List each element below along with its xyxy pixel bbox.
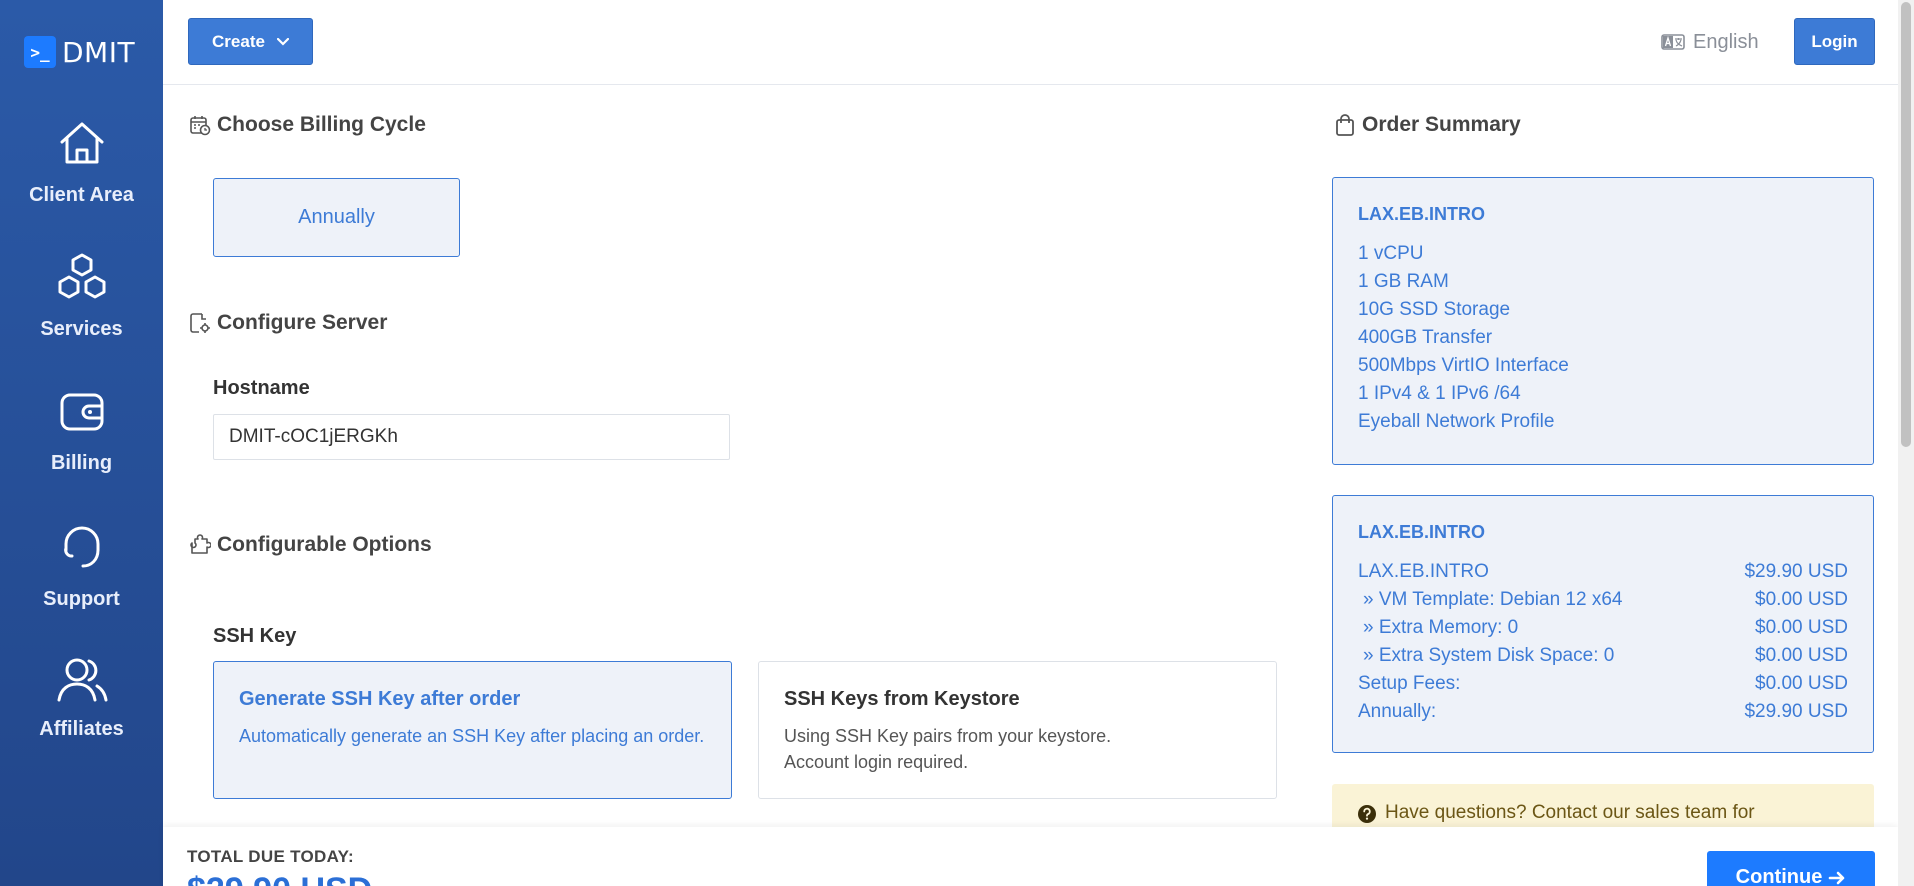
configurable-options-title: Configurable Options [217, 533, 432, 556]
price-row-label: LAX.EB.INTRO [1358, 561, 1489, 582]
server-settings-icon [190, 313, 210, 333]
price-row-label: Setup Fees: [1358, 673, 1461, 694]
price-row: LAX.EB.INTRO $29.90 USD [1358, 558, 1848, 586]
translate-icon [1661, 34, 1685, 50]
product-specs-card: LAX.EB.INTRO 1 vCPU 1 GB RAM 10G SSD Sto… [1332, 177, 1874, 465]
price-row: » Extra Memory: 0 $0.00 USD [1358, 614, 1848, 642]
puzzle-icon [190, 534, 211, 554]
price-row-label: » Extra Memory: 0 [1363, 617, 1519, 638]
sidebar-item-client-area[interactable]: Client Area [0, 120, 163, 207]
top-bar: Create English Login [163, 0, 1898, 85]
continue-button[interactable]: Continue [1707, 851, 1875, 886]
sidebar-item-label: Services [40, 318, 123, 340]
configure-server-title: Configure Server [217, 311, 388, 334]
configure-server-heading: Configure Server [189, 311, 387, 335]
order-summary-heading: Order Summary [1334, 113, 1521, 137]
pricing-product-name: LAX.EB.INTRO [1358, 522, 1486, 542]
ssh-option-description: Using SSH Key pairs from your keystore. … [784, 723, 1251, 775]
spec-line: 400GB Transfer [1358, 327, 1493, 348]
ssh-key-label: SSH Key [213, 625, 297, 647]
spec-line: 1 GB RAM [1358, 271, 1449, 292]
spec-line: 1 IPv4 & 1 IPv6 /64 [1358, 383, 1521, 404]
arrow-right-icon [1829, 871, 1845, 885]
billing-cycle-title: Choose Billing Cycle [217, 113, 426, 136]
login-button[interactable]: Login [1794, 18, 1875, 65]
ssh-option-title: Generate SSH Key after order [239, 688, 521, 710]
headset-icon [63, 526, 99, 568]
price-row-amount: $0.00 USD [1755, 673, 1848, 694]
ssh-option-description: Automatically generate an SSH Key after … [239, 726, 705, 746]
sidebar-item-services[interactable]: Services [0, 252, 163, 341]
calendar-icon [190, 116, 211, 136]
sidebar-item-label: Affiliates [39, 718, 124, 740]
checkout-bar: TOTAL DUE TODAY: $29.90 USD Continue [163, 827, 1898, 886]
price-row-label: » VM Template: Debian 12 x64 [1363, 589, 1623, 610]
spec-line: Eyeball Network Profile [1358, 411, 1555, 432]
price-row: » VM Template: Debian 12 x64 $0.00 USD [1358, 586, 1848, 614]
hostname-label: Hostname [213, 377, 310, 399]
sidebar: >_ DMIT Client Area Services Billing Sup… [0, 0, 163, 886]
price-row-label: » Extra System Disk Space: 0 [1363, 645, 1615, 666]
terminal-icon: >_ [24, 36, 56, 68]
spec-line: 10G SSD Storage [1358, 299, 1511, 320]
configurable-options-heading: Configurable Options [189, 533, 432, 557]
shopping-bag-icon [1336, 114, 1354, 136]
price-row: Setup Fees: $0.00 USD [1358, 670, 1848, 698]
sidebar-item-label: Client Area [29, 184, 134, 206]
chevron-down-icon [276, 37, 289, 46]
price-row: » Extra System Disk Space: 0 $0.00 USD [1358, 642, 1848, 670]
billing-cycle-annually[interactable]: Annually [213, 178, 460, 257]
ssh-option-keystore[interactable]: SSH Keys from Keystore Using SSH Key pai… [758, 661, 1277, 799]
sidebar-item-label: Billing [50, 452, 113, 474]
scrollbar-thumb[interactable] [1901, 2, 1911, 447]
price-row: Annually: $29.90 USD [1358, 698, 1848, 726]
cubes-icon [58, 253, 105, 299]
order-summary-title: Order Summary [1362, 113, 1521, 136]
users-icon [57, 658, 107, 702]
price-row-amount: $0.00 USD [1755, 617, 1848, 638]
price-row-amount: $0.00 USD [1755, 589, 1848, 610]
brand-logo[interactable]: >_ DMIT [24, 35, 136, 69]
page-scrollbar[interactable] [1898, 0, 1914, 886]
hostname-input[interactable] [213, 414, 730, 460]
product-name: LAX.EB.INTRO [1358, 204, 1486, 224]
total-due-amount: $29.90 USD [187, 871, 372, 886]
spec-line: 500Mbps VirtIO Interface [1358, 355, 1569, 376]
price-row-amount: $29.90 USD [1744, 561, 1848, 582]
billing-cycle-heading: Choose Billing Cycle [189, 113, 426, 137]
sidebar-item-label: Support [43, 588, 120, 610]
spec-line: 1 vCPU [1358, 243, 1424, 264]
question-circle-icon [1358, 805, 1376, 823]
price-row-amount: $0.00 USD [1755, 645, 1848, 666]
price-row-label: Annually: [1358, 701, 1437, 722]
continue-label: Continue [1735, 866, 1823, 886]
ssh-option-title: SSH Keys from Keystore [784, 688, 1020, 710]
price-row-amount: $29.90 USD [1744, 701, 1848, 722]
create-label: Create [212, 31, 265, 51]
ssh-option-desc-line: Using SSH Key pairs from your keystore. [784, 726, 1112, 746]
sidebar-item-support[interactable]: Support [0, 522, 163, 611]
sales-help-text: Have questions? Contact our sales team f… [1385, 802, 1755, 823]
language-label: English [1693, 30, 1759, 53]
pricing-card: LAX.EB.INTRO LAX.EB.INTRO $29.90 USD » V… [1332, 495, 1874, 753]
create-button[interactable]: Create [188, 18, 313, 65]
ssh-option-desc-line: Account login required. [784, 752, 969, 772]
ssh-option-generate[interactable]: Generate SSH Key after order Automatical… [213, 661, 732, 799]
total-due-label: TOTAL DUE TODAY: [187, 847, 354, 866]
sidebar-item-affiliates[interactable]: Affiliates [0, 656, 163, 741]
brand-name: DMIT [62, 35, 136, 69]
home-icon [60, 122, 103, 164]
wallet-icon [60, 393, 103, 431]
sidebar-item-billing[interactable]: Billing [0, 390, 163, 475]
language-selector[interactable]: English [1661, 30, 1759, 54]
